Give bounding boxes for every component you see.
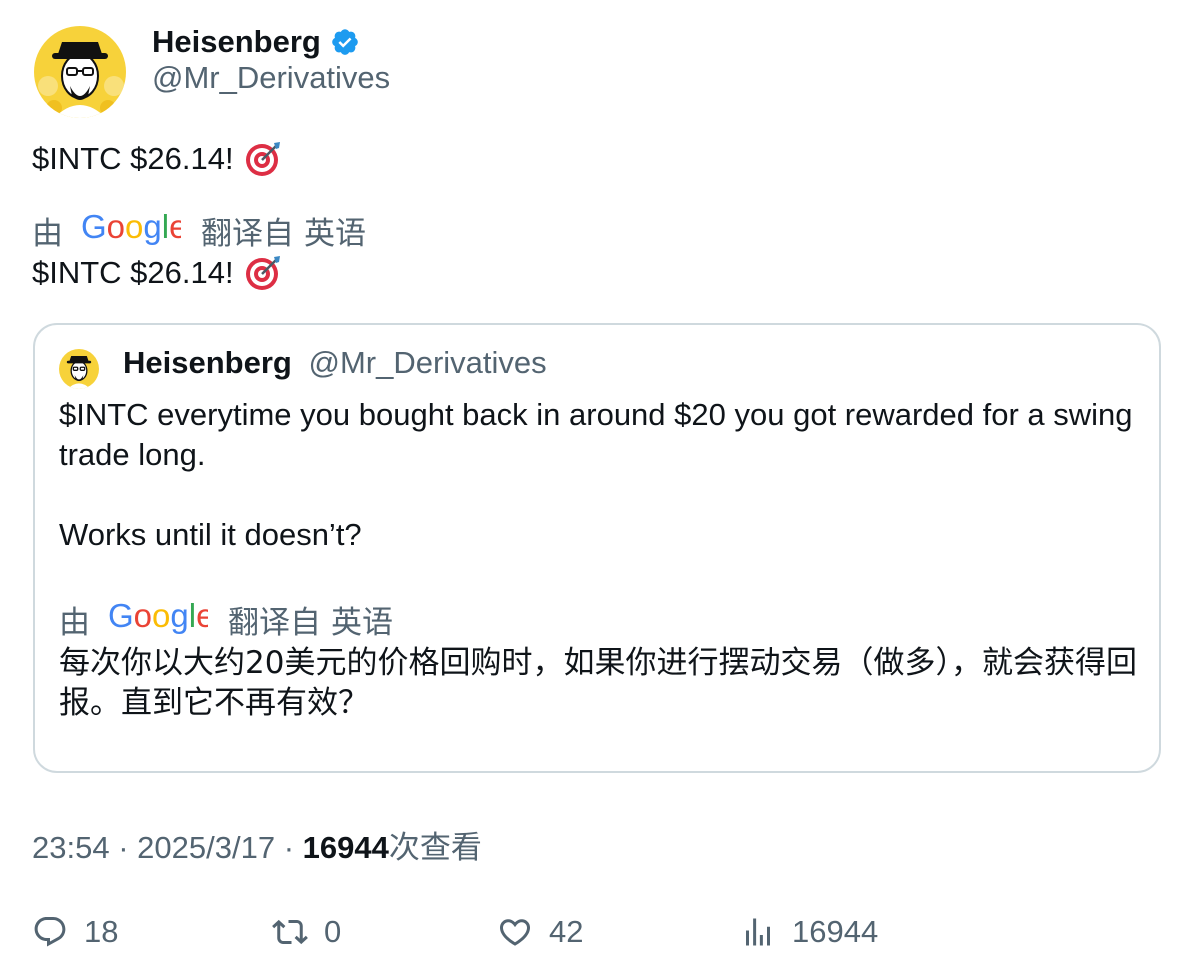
like-count: 42 <box>549 914 584 949</box>
translated-text-content: $INTC $26.14! <box>32 255 234 290</box>
translated-from-label: 翻译自 <box>201 216 294 251</box>
tweet-meta: 23:54 · 2025/3/17 · 16944次查看 <box>32 822 482 867</box>
tweet-date[interactable]: 2025/3/17 <box>137 830 275 865</box>
translation-attribution: 由 Google 翻译自 英语 <box>32 208 366 253</box>
meta-separator: · <box>283 830 295 865</box>
views-action-count: 16944 <box>792 914 879 949</box>
google-logo-icon[interactable]: Google <box>108 597 214 642</box>
quoted-author-handle[interactable]: @Mr_Derivatives <box>308 345 546 380</box>
verified-badge-icon <box>330 27 360 57</box>
author-avatar[interactable] <box>34 26 126 118</box>
quoted-paragraph-1: $INTC everytime you bought back in aroun… <box>59 397 1133 472</box>
translation-by-label: 由 <box>32 216 63 251</box>
translation-by-label: 由 <box>59 605 90 640</box>
like-button[interactable]: 42 <box>497 910 583 954</box>
direct-hit-target-icon <box>244 140 282 178</box>
author-name[interactable]: Heisenberg <box>152 24 321 60</box>
quoted-paragraph-2: Works until it doesn’t? <box>59 517 362 552</box>
action-bar: 18 0 42 16944 <box>0 910 1196 954</box>
source-language: 英语 <box>304 216 366 251</box>
reply-button[interactable]: 18 <box>32 910 118 954</box>
quoted-translated-text: 每次你以大约20美元的价格回购时，如果你进行摆动交易（做多），就会获得回报。直到… <box>59 645 1137 721</box>
direct-hit-target-icon <box>244 254 282 292</box>
heart-icon <box>499 919 531 946</box>
meta-separator: · <box>118 830 129 865</box>
google-logo-icon[interactable]: Google <box>81 208 187 253</box>
heisenberg-avatar-icon <box>59 349 99 389</box>
svg-text:Google: Google <box>108 598 208 634</box>
views-button[interactable]: 16944 <box>740 910 878 954</box>
retweet-button[interactable]: 0 <box>272 910 341 954</box>
quoted-tweet-header: Heisenberg @Mr_Derivatives <box>123 345 547 381</box>
tweet-text-content: $INTC $26.14! <box>32 141 234 176</box>
views-count: 16944 <box>302 830 389 865</box>
heisenberg-avatar-icon <box>34 26 126 118</box>
quoted-translation-attribution: 由 Google 翻译自 英语 <box>59 597 393 642</box>
analytics-bars-icon <box>746 918 770 946</box>
retweet-count: 0 <box>324 914 342 949</box>
translated-tweet-text: $INTC $26.14! <box>32 254 282 292</box>
author-handle[interactable]: @Mr_Derivatives <box>152 60 390 96</box>
author-block: Heisenberg @Mr_Derivatives <box>152 22 390 96</box>
quoted-tweet-card[interactable]: Heisenberg @Mr_Derivatives $INTC everyti… <box>33 323 1161 773</box>
quoted-author-avatar[interactable] <box>59 349 99 389</box>
tweet-time[interactable]: 23:54 <box>32 830 110 865</box>
reply-count: 18 <box>84 914 119 949</box>
translated-from-label: 翻译自 <box>228 605 321 640</box>
quoted-author-name[interactable]: Heisenberg <box>123 345 292 380</box>
reply-icon <box>34 917 66 947</box>
retweet-icon <box>272 919 308 945</box>
source-language: 英语 <box>331 605 393 640</box>
svg-text:Google: Google <box>81 209 181 245</box>
views-label: 次查看 <box>388 830 482 865</box>
tweet-text: $INTC $26.14! <box>32 140 282 178</box>
quoted-tweet-body: $INTC everytime you bought back in aroun… <box>59 395 1139 555</box>
